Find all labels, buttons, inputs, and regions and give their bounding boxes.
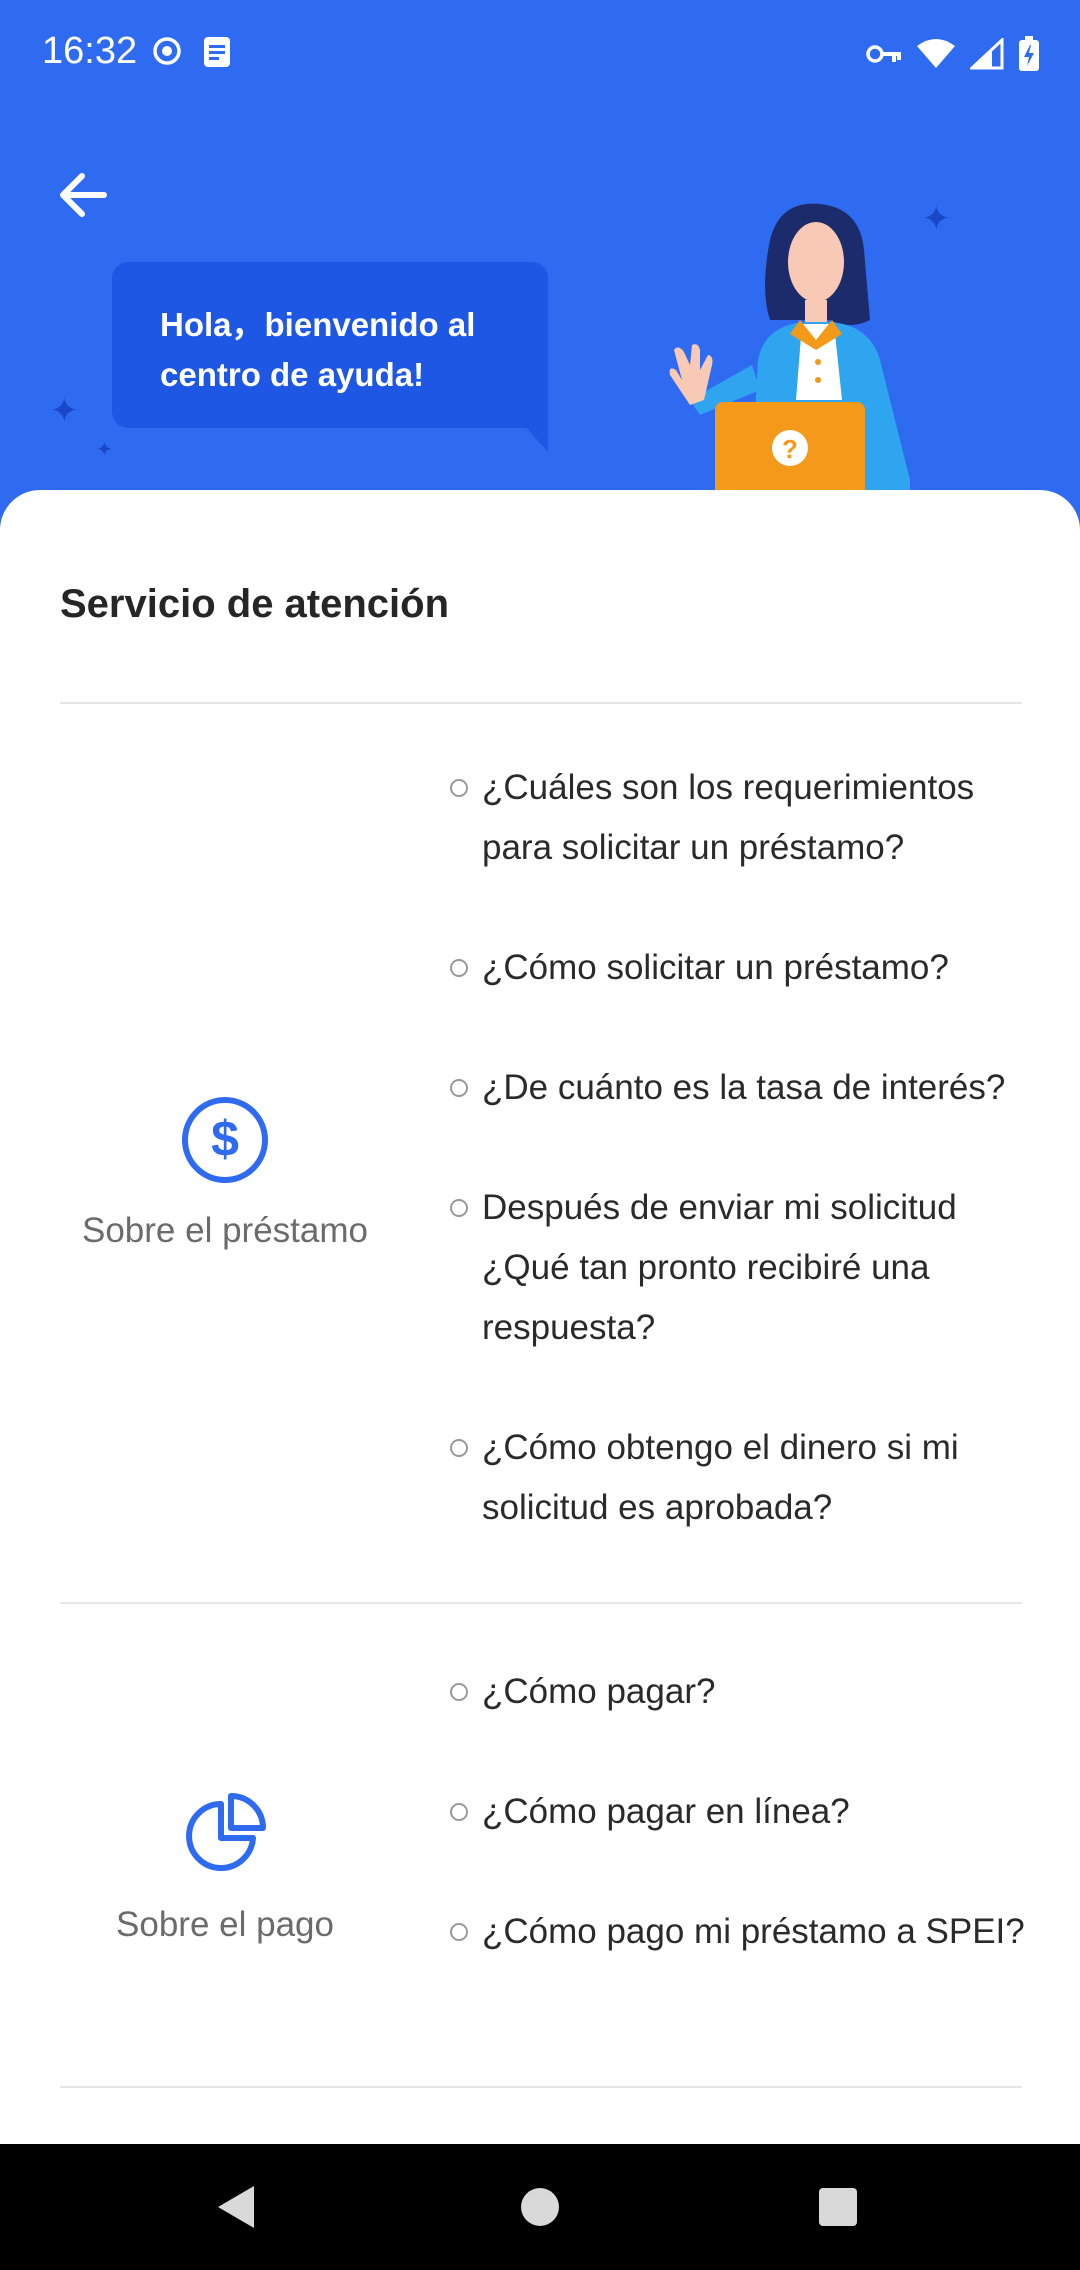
system-nav-bar [0,2144,1080,2270]
support-agent-illustration: ? [669,203,910,500]
page-title: Servicio de atención [60,582,450,626]
vpn-key-icon [866,43,902,70]
nav-recents-button[interactable] [807,2176,869,2238]
welcome-line-2: centro de ayuda! [160,356,425,393]
faq-question: ¿Cómo obtengo el dinero si mi solicitud … [482,1428,959,1527]
notes-icon [202,36,232,73]
wifi-icon [916,38,956,75]
faq-item[interactable]: ¿Cómo pago mi préstamo a SPEI? [450,1902,1030,1962]
faq-item[interactable]: ¿Cómo pagar? [450,1662,1030,1722]
back-triangle-icon [218,2186,254,2228]
bullet-circle-icon [450,1079,468,1097]
faq-question: ¿Cómo pago mi préstamo a SPEI? [482,1912,1025,1951]
faq-question: ¿Cómo solicitar un préstamo? [482,948,949,987]
faq-item[interactable]: Después de enviar mi solicitud ¿Qué tan … [450,1178,1030,1358]
category-loan[interactable]: $ Sobre el préstamo [60,1096,390,1251]
category-label: Sobre el pago [116,1905,334,1944]
sparkle-icon: ✦ [50,392,79,430]
faq-list-payment: ¿Cómo pagar? ¿Cómo pagar en línea? ¿Cómo… [450,1662,1030,1962]
welcome-line-1: Hola，bienvenido al [160,306,476,343]
divider [60,702,1022,704]
bullet-circle-icon [450,1803,468,1821]
faq-item[interactable]: ¿Cómo pagar en línea? [450,1782,1030,1842]
battery-charging-icon [1018,36,1040,77]
faq-item[interactable]: ¿Cómo solicitar un préstamo? [450,938,1030,998]
faq-question: Después de enviar mi solicitud ¿Qué tan … [482,1188,957,1347]
status-time: 16:32 [42,30,138,72]
faq-item[interactable]: ¿De cuánto es la tasa de interés? [450,1058,1030,1118]
category-label: Sobre el préstamo [82,1211,368,1250]
arrow-left-icon [60,173,107,217]
bullet-circle-icon [450,1199,468,1217]
back-button[interactable] [50,160,120,230]
pie-chart-icon [60,1790,390,1887]
faq-item[interactable]: ¿Cómo obtengo el dinero si mi solicitud … [450,1418,1030,1538]
help-content-card: Servicio de atención $ Sobre el préstamo… [0,490,1080,2144]
bullet-circle-icon [450,1439,468,1457]
faq-question: ¿Cuáles son los requerimientos para soli… [482,768,975,867]
svg-text:?: ? [782,434,798,464]
faq-question: ¿Cómo pagar en línea? [482,1792,850,1831]
faq-item[interactable]: ¿Cuáles son los requerimientos para soli… [450,758,1030,878]
bubble-tail [510,410,548,452]
category-payment[interactable]: Sobre el pago [60,1790,390,1945]
help-header: 16:32 Hola，bienvenido al centro de ayuda… [0,0,1080,560]
bullet-circle-icon [450,779,468,797]
dollar-circle-icon: $ [60,1096,390,1193]
signal-icon [968,36,1004,75]
divider [60,1602,1022,1604]
divider [60,2086,1022,2088]
faq-question: ¿De cuánto es la tasa de interés? [482,1068,1006,1107]
nav-home-button[interactable] [509,2176,571,2238]
svg-text:$: $ [211,1111,239,1167]
welcome-bubble: Hola，bienvenido al centro de ayuda! [112,262,548,428]
faq-question: ¿Cómo pagar? [482,1672,716,1711]
bullet-circle-icon [450,1923,468,1941]
record-icon [152,36,182,73]
faq-list-loan: ¿Cuáles son los requerimientos para soli… [450,758,1030,1538]
home-circle-icon [521,2188,559,2226]
status-bar: 16:32 [0,0,1080,112]
bullet-circle-icon [450,959,468,977]
bullet-circle-icon [450,1683,468,1701]
recents-square-icon [819,2188,857,2226]
nav-back-button[interactable] [206,2176,268,2238]
sparkle-icon: ✦ [96,439,113,461]
